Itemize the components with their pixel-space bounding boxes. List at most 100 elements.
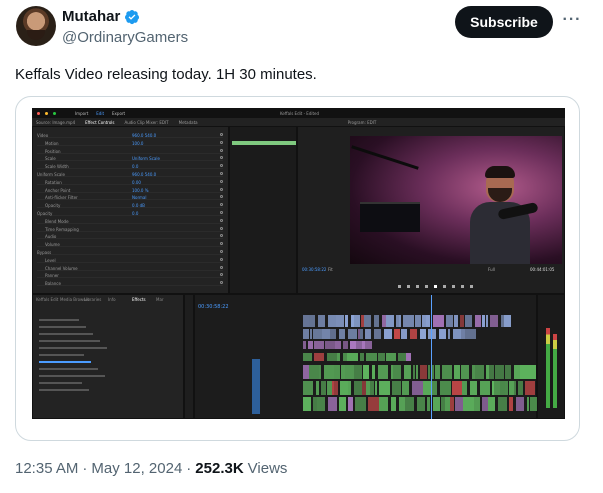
premiere-menu-edit: Edit [96, 110, 105, 116]
views-label: Views [247, 460, 288, 477]
tweet-time[interactable]: 12:35 AM [15, 460, 78, 477]
project-list-item [39, 340, 100, 342]
project-list-item [39, 389, 89, 391]
project-list-item [39, 375, 105, 377]
timeline-clip [379, 381, 390, 395]
timeline-clip [340, 381, 348, 395]
timeline-clip [334, 365, 340, 379]
timeline-clip [379, 397, 388, 411]
effect-row: Volume [37, 242, 223, 248]
streamer-figure [470, 166, 539, 264]
timeline-clip [374, 329, 381, 339]
tweet-media[interactable]: Import Edit Export Keffals Edit - Edited… [15, 96, 580, 441]
stopwatch-icon [220, 257, 223, 261]
effect-row-label: Scale [45, 156, 56, 162]
project-list-item [39, 382, 82, 384]
stopwatch-icon [220, 211, 223, 214]
effect-row-value: 100.0 [132, 140, 144, 146]
timeline-clip [319, 365, 321, 379]
timeline-clip [489, 365, 494, 379]
timeline-clip [442, 365, 452, 379]
effect-row-label: Uniform Scale [37, 172, 65, 177]
audio-meter [537, 294, 565, 419]
timeline-clip [420, 365, 427, 379]
program-monitor: 00:30:58:22 Fit Full 00:44:01:05 [297, 126, 565, 294]
timeline-clip [378, 365, 388, 379]
timeline-clip [348, 381, 351, 395]
stopwatch-icon [220, 187, 223, 191]
timeline-clip [410, 329, 417, 339]
program-video-frame [350, 136, 562, 264]
timeline-clip [446, 315, 453, 327]
author-name[interactable]: Mutahar [62, 8, 120, 25]
project-list-item [39, 368, 98, 370]
timeline-clip [324, 365, 334, 379]
subscribe-button[interactable]: Subscribe [455, 6, 553, 38]
timeline-clip [439, 329, 446, 339]
timeline-clip [372, 365, 375, 379]
more-options-icon[interactable]: ··· [562, 10, 582, 30]
author-handle[interactable]: @OrdinaryGamers [62, 29, 188, 46]
author-name-row: Mutahar [62, 8, 140, 25]
timeline-clip [480, 381, 490, 395]
mic-arm [351, 145, 419, 170]
timeline-clip [313, 329, 322, 339]
timeline-clip [370, 381, 374, 395]
effect-controls-panel: Video 960.0 540.0 Motion 100.0 Position Scale… [32, 126, 229, 294]
stopwatch-icon [220, 140, 223, 144]
timeline-clip [327, 353, 337, 361]
effect-row: Anti-flicker Filter Normal [37, 195, 223, 201]
timeline-clip [374, 315, 379, 327]
timeline-clip [322, 329, 330, 339]
effect-row-label: Opacity [45, 203, 61, 209]
program-end-timecode: 00:44:01:05 [530, 267, 555, 272]
stopwatch-icon [220, 133, 223, 136]
timeline-clip [475, 365, 484, 379]
timeline-clip [420, 329, 426, 339]
timeline-clip [465, 315, 472, 327]
tweet-text: Keffals Video releasing today. 1H 30 min… [15, 66, 317, 83]
timeline-clip [364, 315, 371, 327]
timeline-clip [355, 397, 366, 411]
avatar[interactable] [16, 6, 56, 46]
timeline-clip [450, 397, 454, 411]
effect-row-value: 960.0 540.0 [132, 172, 157, 177]
project-list-item [39, 333, 93, 335]
timeline-clip [405, 397, 414, 411]
timeline-clip [316, 381, 319, 395]
effect-row: Motion 100.0 [37, 140, 223, 146]
premiere-menu-export: Export [112, 110, 126, 116]
timeline-clip [452, 381, 462, 395]
timeline-clip [504, 315, 511, 327]
verified-badge-icon [125, 9, 140, 24]
timeline-clip [495, 365, 504, 379]
timeline-clip [303, 397, 311, 411]
timeline-clip [393, 397, 396, 411]
timeline-clip [475, 315, 481, 327]
project-list-item [39, 361, 91, 363]
timeline-clip [386, 353, 396, 361]
tweet-meta: 12:35 AM · May 12, 2024 · 252.3K Views [15, 460, 287, 477]
timeline-clip [360, 353, 364, 361]
timeline-clip [440, 381, 451, 395]
timeline-clip [360, 329, 363, 339]
timeline-clip [334, 381, 338, 395]
timeline-timecode: 00:30:58:22 [198, 304, 229, 310]
effect-row-value: 0.0 dB [132, 203, 145, 209]
timeline-clip [339, 329, 345, 339]
timeline-clip [518, 381, 523, 395]
effect-row-label: Blend Mode [45, 218, 69, 224]
timeline-clip [426, 315, 430, 327]
effect-row: Level [37, 257, 223, 263]
timeline-clip [317, 397, 325, 411]
effect-row-label: Scale Width [45, 164, 69, 170]
effect-row-label: Video [37, 133, 49, 138]
effect-row-label: Balance [45, 281, 61, 287]
stopwatch-icon [220, 179, 223, 183]
tweet-date[interactable]: May 12, 2024 [91, 460, 182, 477]
timeline-track [303, 315, 533, 327]
timeline-clip [303, 341, 306, 349]
timeline-clip [386, 315, 394, 327]
timeline-clip [363, 365, 369, 379]
timeline-clip [435, 365, 440, 379]
